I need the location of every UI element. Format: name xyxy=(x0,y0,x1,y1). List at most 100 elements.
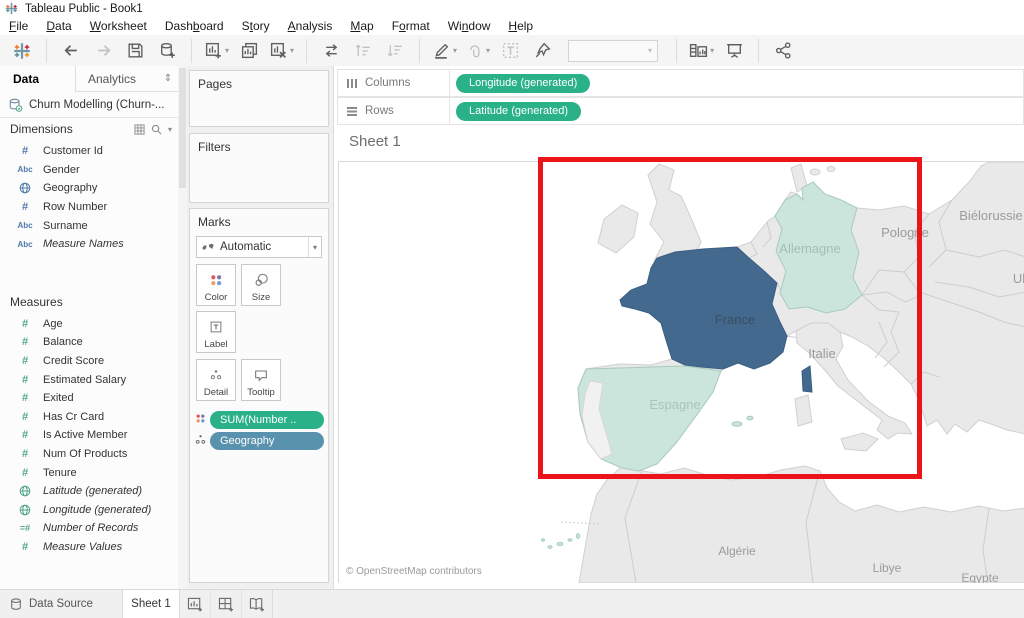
detail-button-label: Detail xyxy=(204,387,228,398)
rows-pill-latitude[interactable]: Latitude (generated) xyxy=(456,102,581,121)
measures-label: Measures xyxy=(10,295,172,309)
sort-ascending-button[interactable] xyxy=(349,38,377,64)
measure-field-age[interactable]: #Age xyxy=(0,315,178,334)
number-icon: # xyxy=(14,467,36,479)
menu-analysis[interactable]: Analysis xyxy=(279,19,342,33)
pill-geography[interactable]: Geography xyxy=(210,432,324,450)
tooltip-button[interactable]: Tooltip xyxy=(241,359,281,401)
menu-window[interactable]: Window xyxy=(439,19,500,33)
measure-field-num-of-products[interactable]: #Num Of Products xyxy=(0,445,178,464)
menu-data[interactable]: Data xyxy=(37,19,80,33)
view-grid-icon[interactable] xyxy=(134,124,145,135)
menu-format[interactable]: Format xyxy=(383,19,439,33)
tab-data[interactable]: Data xyxy=(0,66,75,92)
label-button[interactable]: Label xyxy=(196,311,236,353)
measure-field-longitude-generated[interactable]: Longitude (generated) xyxy=(0,501,178,520)
field-name: Customer Id xyxy=(43,145,103,157)
measure-field-tenure[interactable]: #Tenure xyxy=(0,463,178,482)
menu-worksheet[interactable]: Worksheet xyxy=(81,19,156,33)
dropdown-caret-icon[interactable]: ▾ xyxy=(710,46,714,55)
new-data-source-button[interactable] xyxy=(153,38,181,64)
highlight-button[interactable]: ▾ xyxy=(430,38,459,64)
menu-story[interactable]: Story xyxy=(233,19,279,33)
toolbar-separator xyxy=(191,39,192,63)
data-source-tab[interactable]: Data Source xyxy=(0,590,123,618)
new-dashboard-tab-button[interactable] xyxy=(211,590,242,618)
new-story-tab-button[interactable] xyxy=(242,590,273,618)
dimension-field-customer-id[interactable]: # Customer Id xyxy=(0,142,178,161)
map-label-bi-lorussie: Biélorussie xyxy=(959,208,1023,223)
islands-canary[interactable] xyxy=(542,534,580,549)
filters-shelf[interactable]: Filters xyxy=(189,133,329,203)
label-icon xyxy=(208,319,224,338)
dropdown-caret-icon[interactable]: ▾ xyxy=(486,46,490,55)
rows-shelf[interactable]: Rows Latitude (generated) xyxy=(337,97,1024,125)
undo-button[interactable] xyxy=(57,38,85,64)
redo-button[interactable] xyxy=(89,38,117,64)
dimension-field-geography[interactable]: Geography xyxy=(0,179,178,198)
field-name: Age xyxy=(43,318,63,330)
measure-field-has-cr-card[interactable]: #Has Cr Card xyxy=(0,408,178,427)
number-icon: # xyxy=(14,411,36,423)
dimensions-menu-caret-icon[interactable]: ▾ xyxy=(168,125,172,134)
share-button[interactable] xyxy=(769,38,797,64)
detail-button[interactable]: Detail xyxy=(196,359,236,401)
dropdown-caret-icon[interactable]: ▾ xyxy=(290,46,294,55)
paperclip-button[interactable]: ▾ xyxy=(463,38,492,64)
country-north-africa[interactable] xyxy=(579,466,1024,583)
color-button[interactable]: Color xyxy=(196,264,236,306)
dropdown-caret-icon[interactable]: ▾ xyxy=(453,46,457,55)
search-icon[interactable] xyxy=(151,124,162,135)
save-button[interactable] xyxy=(121,38,149,64)
fit-selector[interactable]: ▾ xyxy=(568,40,658,62)
presentation-mode-button[interactable] xyxy=(720,38,748,64)
filters-label: Filters xyxy=(190,134,328,154)
number-icon: # xyxy=(14,145,36,157)
sort-descending-button[interactable] xyxy=(381,38,409,64)
menu-file[interactable]: File xyxy=(0,19,37,33)
columns-shelf[interactable]: Columns Longitude (generated) xyxy=(337,69,1024,97)
mark-type-dropdown[interactable]: Automatic ▾ xyxy=(196,236,322,258)
size-button[interactable]: Size xyxy=(241,264,281,306)
pages-shelf[interactable]: Pages xyxy=(189,70,329,127)
number-icon: # xyxy=(14,541,36,553)
measure-field-measure-values[interactable]: #Measure Values xyxy=(0,538,178,557)
measures-header: Measures xyxy=(0,291,178,313)
dimension-field-measure-names[interactable]: AbcMeasure Names xyxy=(0,235,178,254)
columns-pill-longitude[interactable]: Longitude (generated) xyxy=(456,74,590,93)
shelves-pane: Pages Filters Marks Automatic ▾ ColorSiz… xyxy=(187,66,333,590)
rows-icon xyxy=(346,106,358,117)
measure-field-latitude-generated[interactable]: Latitude (generated) xyxy=(0,482,178,501)
measure-field-is-active-member[interactable]: #Is Active Member xyxy=(0,426,178,445)
clear-sheet-button[interactable]: ▾ xyxy=(267,38,296,64)
data-source-item[interactable]: Churn Modelling (Churn-... xyxy=(0,92,178,118)
new-worksheet-tab-button[interactable] xyxy=(180,590,211,618)
pin-button[interactable] xyxy=(528,38,556,64)
field-name: Longitude (generated) xyxy=(43,504,151,516)
show-me-button[interactable]: ▾ xyxy=(687,38,716,64)
annotation-rectangle xyxy=(538,157,922,479)
pane-swap-icon[interactable]: ⇕ xyxy=(158,66,178,92)
measure-field-balance[interactable]: #Balance xyxy=(0,333,178,352)
sheet1-tab[interactable]: Sheet 1 xyxy=(123,590,180,618)
menu-map[interactable]: Map xyxy=(341,19,382,33)
swap-rows-columns-button[interactable] xyxy=(317,38,345,64)
duplicate-sheet-button[interactable] xyxy=(235,38,263,64)
dimension-field-gender[interactable]: AbcGender xyxy=(0,161,178,180)
menu-help[interactable]: Help xyxy=(499,19,542,33)
new-worksheet-button[interactable]: ▾ xyxy=(202,38,231,64)
field-name: Measure Names xyxy=(43,238,124,250)
mark-type-value: Automatic xyxy=(220,241,303,253)
globe-icon xyxy=(14,504,36,516)
measure-field-credit-score[interactable]: #Credit Score xyxy=(0,352,178,371)
measure-field-number-of-records[interactable]: =#Number of Records xyxy=(0,519,178,538)
measure-field-estimated-salary[interactable]: #Estimated Salary xyxy=(0,370,178,389)
measure-field-exited[interactable]: #Exited xyxy=(0,389,178,408)
dropdown-caret-icon[interactable]: ▾ xyxy=(225,46,229,55)
dimension-field-row-number[interactable]: #Row Number xyxy=(0,198,178,217)
dimension-field-surname[interactable]: AbcSurname xyxy=(0,216,178,235)
pill-sum-number[interactable]: SUM(Number .. xyxy=(210,411,324,429)
menu-dashboard[interactable]: Dashboard xyxy=(156,19,233,33)
tab-analytics[interactable]: Analytics xyxy=(75,66,158,92)
show-mark-labels-button[interactable] xyxy=(496,38,524,64)
